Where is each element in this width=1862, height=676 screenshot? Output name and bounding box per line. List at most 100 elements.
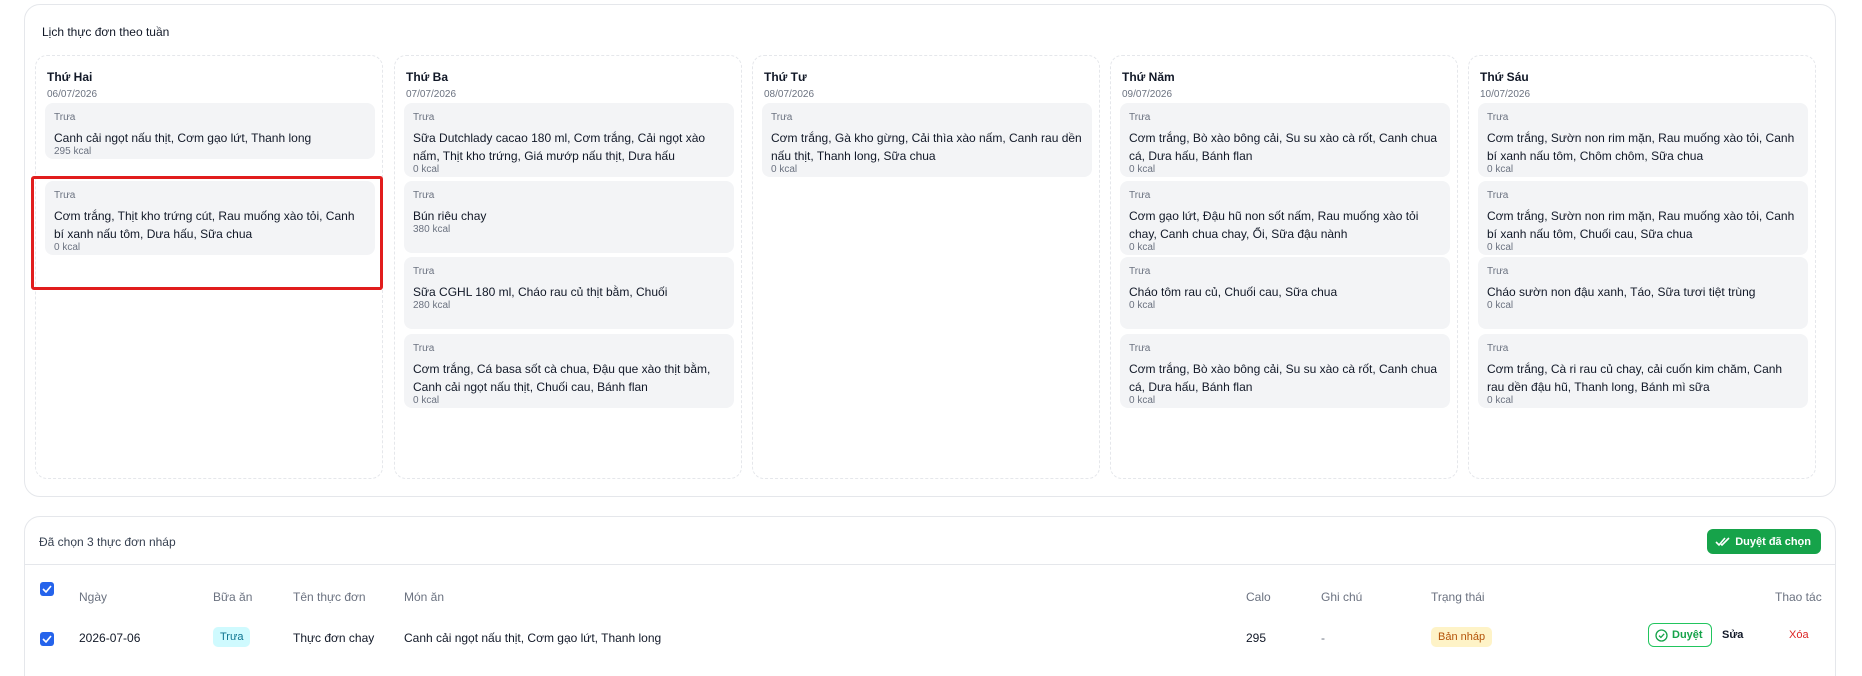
meal-kcal: 0 kcal (54, 242, 81, 253)
meal-type: Trưa (1487, 112, 1509, 123)
meal-card[interactable]: Trưa Cơm trắng, Gà kho gừng, Cải thìa xà… (762, 103, 1092, 177)
day-date: 06/07/2026 (47, 89, 98, 100)
day-column-thursday: Thứ Năm 09/07/2026 Trưa Cơm trắng, Bò xà… (1110, 55, 1458, 479)
meal-type: Trưa (1487, 266, 1509, 277)
meal-kcal: 295 kcal (54, 146, 92, 157)
checkbox-checked-icon (42, 585, 52, 593)
meal-kcal: 0 kcal (413, 395, 440, 406)
schedule-title: Lịch thực đơn theo tuần (42, 25, 170, 39)
meal-kcal: 280 kcal (413, 300, 451, 311)
meal-card[interactable]: Trưa Canh cải ngọt nấu thịt, Cơm gạo lứt… (45, 103, 375, 159)
column-header-actions: Thao tác (1775, 590, 1822, 604)
row-date: 2026-07-06 (79, 631, 141, 645)
row-checkbox[interactable] (40, 632, 54, 646)
select-all-checkbox[interactable] (40, 582, 54, 596)
meal-card[interactable]: Trưa Sữa CGHL 180 ml, Cháo rau củ thịt b… (404, 257, 734, 329)
meal-card[interactable]: Trưa Cơm trắng, Cá basa sốt cà chua, Đậu… (404, 334, 734, 408)
draft-menus-panel: Đã chọn 3 thực đơn nháp Duyệt đã chọn Ng… (24, 516, 1836, 676)
meal-type: Trưa (54, 112, 76, 123)
meal-card[interactable]: Trưa Cháo sườn non đậu xanh, Táo, Sữa tư… (1478, 257, 1808, 329)
column-header-status[interactable]: Trạng thái (1431, 590, 1485, 604)
drafts-selected-count: Đã chọn 3 thực đơn nháp (39, 535, 176, 549)
weekly-schedule-panel: Lịch thực đơn theo tuần Thứ Hai 06/07/20… (24, 4, 1836, 497)
delete-button[interactable]: Xóa (1789, 629, 1809, 641)
approve-selected-button[interactable]: Duyệt đã chọn (1707, 529, 1821, 554)
approve-button[interactable]: Duyệt (1648, 623, 1712, 647)
meal-kcal: 0 kcal (1129, 300, 1156, 311)
meal-kcal: 0 kcal (1129, 164, 1156, 175)
meal-type: Trưa (1487, 190, 1509, 201)
meal-card[interactable]: Trưa Sữa Dutchlady cacao 180 ml, Cơm trắ… (404, 103, 734, 177)
meal-kcal: 0 kcal (1129, 395, 1156, 406)
meal-badge: Trưa (213, 627, 251, 647)
meal-dishes: Cơm trắng, Sườn non rim mặn, Rau muống x… (1487, 131, 1795, 163)
meal-dishes: Cơm gạo lứt, Đậu hũ non sốt nấm, Rau muố… (1129, 209, 1419, 241)
day-name: Thứ Ba (406, 70, 449, 84)
meal-card[interactable]: Trưa Cơm trắng, Sườn non rim mặn, Rau mu… (1478, 181, 1808, 255)
meal-kcal: 0 kcal (1487, 395, 1514, 406)
column-header-menu-name[interactable]: Tên thực đơn (293, 590, 366, 604)
meal-card[interactable]: Trưa Cơm trắng, Cà ri rau củ chay, cải c… (1478, 334, 1808, 408)
meal-dishes: Cháo sườn non đậu xanh, Táo, Sữa tươi ti… (1487, 285, 1756, 299)
meal-card[interactable]: Trưa Cơm trắng, Bò xào bông cải, Su su x… (1120, 103, 1450, 177)
row-calories: 295 (1246, 631, 1267, 645)
approve-selected-label: Duyệt đã chọn (1735, 535, 1811, 548)
meal-type: Trưa (1129, 190, 1151, 201)
meal-dishes: Cơm trắng, Gà kho gừng, Cải thìa xào nấm… (771, 131, 1082, 163)
meal-kcal: 0 kcal (771, 164, 798, 175)
day-column-wednesday: Thứ Tư 08/07/2026 Trưa Cơm trắng, Gà kho… (752, 55, 1100, 479)
drafts-header: Đã chọn 3 thực đơn nháp Duyệt đã chọn (25, 517, 1835, 565)
row-note: - (1321, 631, 1325, 645)
column-header-date[interactable]: Ngày (79, 590, 107, 604)
meal-type: Trưa (413, 190, 435, 201)
column-header-dishes[interactable]: Món ăn (404, 590, 444, 604)
meal-dishes: Cháo tôm rau củ, Chuối cau, Sữa chua (1129, 285, 1338, 299)
row-menu-name: Thực đơn chay (293, 631, 375, 645)
meal-card[interactable]: Trưa Cơm trắng, Bò xào bông cải, Su su x… (1120, 334, 1450, 408)
meal-kcal: 0 kcal (1129, 242, 1156, 253)
column-header-meal[interactable]: Bữa ăn (213, 590, 252, 604)
meal-type: Trưa (1487, 343, 1509, 354)
meal-card[interactable]: Trưa Cơm trắng, Sườn non rim mặn, Rau mu… (1478, 103, 1808, 177)
day-date: 08/07/2026 (764, 89, 815, 100)
meal-dishes: Sữa CGHL 180 ml, Cháo rau củ thịt bằm, C… (413, 285, 668, 299)
meal-type: Trưa (771, 112, 793, 123)
meal-type: Trưa (1129, 266, 1151, 277)
day-date: 10/07/2026 (1480, 89, 1531, 100)
meal-type: Trưa (1129, 343, 1151, 354)
meal-card[interactable]: Trưa Cơm trắng, Thịt kho trứng cút, Rau … (45, 181, 375, 255)
day-column-tuesday: Thứ Ba 07/07/2026 Trưa Sữa Dutchlady cac… (394, 55, 742, 479)
meal-dishes: Canh cải ngọt nấu thịt, Cơm gạo lứt, Tha… (54, 131, 312, 145)
approve-label: Duyệt (1672, 629, 1703, 641)
meal-kcal: 0 kcal (1487, 242, 1514, 253)
day-column-monday: Thứ Hai 06/07/2026 Trưa Canh cải ngọt nấ… (35, 55, 383, 479)
meal-dishes: Cơm trắng, Bò xào bông cải, Su su xào cà… (1129, 131, 1438, 163)
column-header-calories[interactable]: Calo (1246, 590, 1271, 604)
day-name: Thứ Năm (1122, 70, 1175, 84)
meal-type: Trưa (54, 190, 76, 201)
edit-button[interactable]: Sửa (1722, 629, 1743, 641)
meal-card[interactable]: Trưa Cháo tôm rau củ, Chuối cau, Sữa chu… (1120, 257, 1450, 329)
row-dishes: Canh cải ngọt nấu thịt, Cơm gạo lứt, Tha… (404, 631, 662, 645)
column-header-note[interactable]: Ghi chú (1321, 590, 1362, 604)
double-check-icon (1715, 537, 1730, 547)
meal-dishes: Cơm trắng, Bò xào bông cải, Su su xào cà… (1129, 362, 1438, 394)
meal-dishes: Cơm trắng, Cá basa sốt cà chua, Đậu que … (413, 362, 711, 394)
meal-card[interactable]: Trưa Cơm gạo lứt, Đậu hũ non sốt nấm, Ra… (1120, 181, 1450, 255)
meal-card[interactable]: Trưa Bún riêu chay 380 kcal (404, 181, 734, 253)
day-name: Thứ Tư (764, 70, 807, 84)
meal-kcal: 0 kcal (413, 164, 440, 175)
meal-kcal: 0 kcal (1487, 164, 1514, 175)
day-date: 07/07/2026 (406, 89, 457, 100)
meal-dishes: Bún riêu chay (413, 209, 487, 223)
meal-type: Trưa (413, 266, 435, 277)
status-badge: Bản nháp (1431, 627, 1493, 647)
meal-kcal: 0 kcal (1487, 300, 1514, 311)
meal-dishes: Cơm trắng, Cà ri rau củ chay, cải cuốn k… (1487, 362, 1783, 394)
day-column-friday: Thứ Sáu 10/07/2026 Trưa Cơm trắng, Sườn … (1468, 55, 1816, 479)
meal-dishes: Cơm trắng, Sườn non rim mặn, Rau muống x… (1487, 209, 1795, 241)
meal-type: Trưa (1129, 112, 1151, 123)
meal-dishes: Sữa Dutchlady cacao 180 ml, Cơm trắng, C… (413, 131, 706, 163)
meal-type: Trưa (413, 343, 435, 354)
day-name: Thứ Sáu (1480, 70, 1529, 84)
